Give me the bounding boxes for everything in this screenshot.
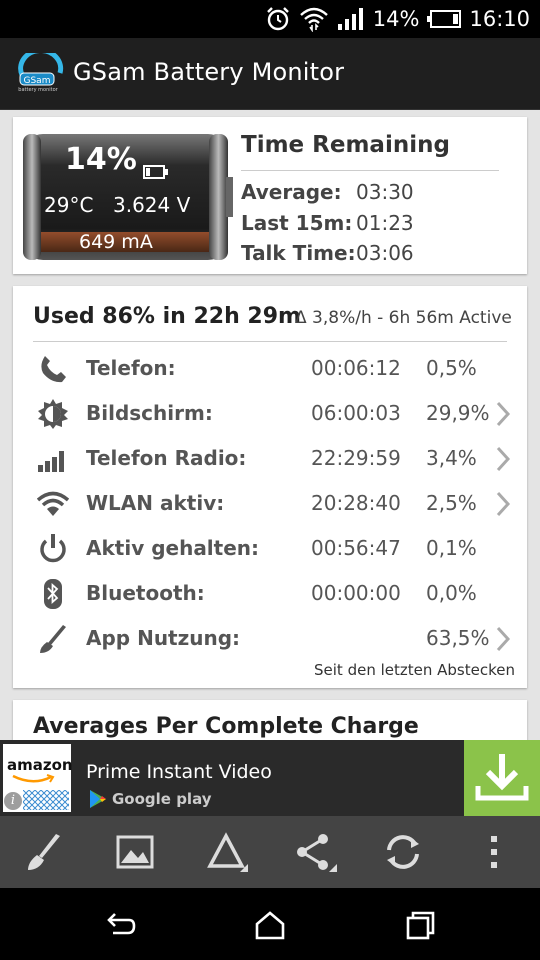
battery-percent-status: 14% xyxy=(372,7,420,31)
usage-name: Bildschirm: xyxy=(86,401,213,425)
usage-percent: 3,4% xyxy=(426,446,477,470)
usage-subtitle: Δ 3,8%/h - 6h 56m Active xyxy=(295,308,512,328)
home-icon[interactable] xyxy=(253,908,287,942)
ad-info-icon[interactable]: i xyxy=(4,792,22,810)
averages-title: Averages Per Complete Charge xyxy=(33,714,419,739)
usage-name: WLAN aktiv: xyxy=(86,491,225,515)
battery-percent: 14% xyxy=(65,142,137,177)
usage-percent: 63,5% xyxy=(426,626,490,650)
broom-button-icon[interactable] xyxy=(22,830,66,874)
chevron-right-icon xyxy=(496,626,511,652)
usage-row-app-nutzung[interactable]: App Nutzung: 63,5% xyxy=(33,618,513,658)
graph-mode-icon[interactable] xyxy=(204,830,248,874)
usage-row-bluetooth[interactable]: Bluetooth: 00:00:00 0,0% xyxy=(33,573,513,613)
usage-time: 00:00:00 xyxy=(311,581,401,605)
usage-time: 06:00:03 xyxy=(311,401,401,425)
ad-banner[interactable]: amazon i Prime Instant Video Google play xyxy=(0,740,540,816)
brightness-icon xyxy=(38,399,68,429)
battery-summary-card[interactable]: 14% 29°C 3.624 V 649 mA Time Remaining A… xyxy=(13,117,527,274)
google-play-badge: Google play xyxy=(88,788,212,810)
battery-temperature: 29°C xyxy=(44,193,94,217)
usage-percent: 0,1% xyxy=(426,536,477,560)
app-title: GSam Battery Monitor xyxy=(73,58,345,86)
usage-name: App Nutzung: xyxy=(86,626,241,650)
time-remaining-value: 03:30 xyxy=(356,180,414,204)
divider xyxy=(241,170,499,171)
usage-time: 00:06:12 xyxy=(311,356,401,380)
bluetooth-icon xyxy=(44,579,62,609)
time-remaining-label: Talk Time: xyxy=(241,241,356,265)
usage-name: Bluetooth: xyxy=(86,581,205,605)
signal-icon xyxy=(38,451,64,472)
back-icon[interactable] xyxy=(103,908,137,942)
usage-row-bildschirm[interactable]: Bildschirm: 06:00:03 29,9% xyxy=(33,393,513,433)
amazon-smile-icon xyxy=(12,774,55,783)
time-remaining-average: Average: 03:30 xyxy=(241,180,414,204)
usage-name: Telefon: xyxy=(86,356,176,380)
usage-title: Used 86% in 22h 29m xyxy=(33,304,301,329)
navigation-bar xyxy=(0,888,540,960)
usage-row-aktiv-gehalten[interactable]: Aktiv gehalten: 00:56:47 0,1% xyxy=(33,528,513,568)
usage-percent: 2,5% xyxy=(426,491,477,515)
usage-percent: 0,0% xyxy=(426,581,477,605)
recent-apps-icon[interactable] xyxy=(403,908,437,942)
cell-signal-icon xyxy=(337,8,363,30)
time-remaining-label: Average: xyxy=(241,180,342,204)
ad-download-button[interactable] xyxy=(464,740,540,816)
time-remaining-value: 03:06 xyxy=(356,241,414,265)
battery-status-icon xyxy=(427,10,462,28)
clock: 16:10 xyxy=(469,7,530,31)
overflow-menu-icon[interactable] xyxy=(472,830,516,874)
chevron-right-icon xyxy=(496,401,511,427)
usage-row-telefon-radio[interactable]: Telefon Radio: 22:29:59 3,4% xyxy=(33,438,513,478)
svg-text:battery monitor: battery monitor xyxy=(18,87,58,93)
time-remaining-title: Time Remaining xyxy=(241,132,450,158)
alarm-icon xyxy=(266,7,289,31)
time-remaining-label: Last 15m: xyxy=(241,211,353,235)
usage-name: Telefon Radio: xyxy=(86,446,247,470)
ad-title: Prime Instant Video xyxy=(86,761,272,783)
time-remaining-talk-time: Talk Time:03:06 xyxy=(241,241,414,265)
usage-time: 22:29:59 xyxy=(311,446,401,470)
image-button-icon[interactable] xyxy=(113,830,157,874)
usage-percent: 0,5% xyxy=(426,356,477,380)
battery-voltage: 3.624 V xyxy=(113,193,191,217)
usage-card: Used 86% in 22h 29m Δ 3,8%/h - 6h 56m Ac… xyxy=(13,286,527,688)
pattern-icon xyxy=(23,790,69,810)
share-icon[interactable] xyxy=(293,830,337,874)
status-bar: 14% 16:10 xyxy=(0,0,540,38)
power-icon xyxy=(40,534,66,563)
download-icon xyxy=(475,754,529,801)
svg-text:GSam: GSam xyxy=(24,76,51,86)
broom-icon xyxy=(40,625,66,653)
divider xyxy=(33,341,507,342)
amazon-logo-text: amazon xyxy=(7,756,73,774)
time-remaining-last15m: Last 15m: 01:23 xyxy=(241,211,414,235)
battery-current: 649 mA xyxy=(79,231,153,253)
refresh-icon[interactable] xyxy=(381,830,425,874)
chevron-right-icon xyxy=(496,446,511,472)
usage-row-telefon[interactable]: Telefon: 00:06:12 0,5% xyxy=(33,348,513,388)
time-remaining-value: 01:23 xyxy=(356,211,414,235)
chevron-right-icon xyxy=(496,491,511,517)
action-bar: GSam battery monitor GSam Battery Monito… xyxy=(0,38,540,110)
usage-row-wlan[interactable]: WLAN aktiv: 20:28:40 2,5% xyxy=(33,483,513,523)
usage-since-label: Seit den letzten Abstecken xyxy=(314,661,515,679)
google-play-label: Google play xyxy=(112,790,212,808)
usage-percent: 29,9% xyxy=(426,401,490,425)
phone-icon xyxy=(41,356,66,383)
wifi-status-icon xyxy=(299,7,328,32)
usage-time: 20:28:40 xyxy=(311,491,401,515)
bottom-toolbar xyxy=(0,816,540,888)
gsam-logo-icon: GSam battery monitor xyxy=(18,53,64,93)
usage-name: Aktiv gehalten: xyxy=(86,536,260,560)
wifi-icon xyxy=(37,491,69,516)
google-play-icon xyxy=(90,790,106,808)
usage-time: 00:56:47 xyxy=(311,536,401,560)
